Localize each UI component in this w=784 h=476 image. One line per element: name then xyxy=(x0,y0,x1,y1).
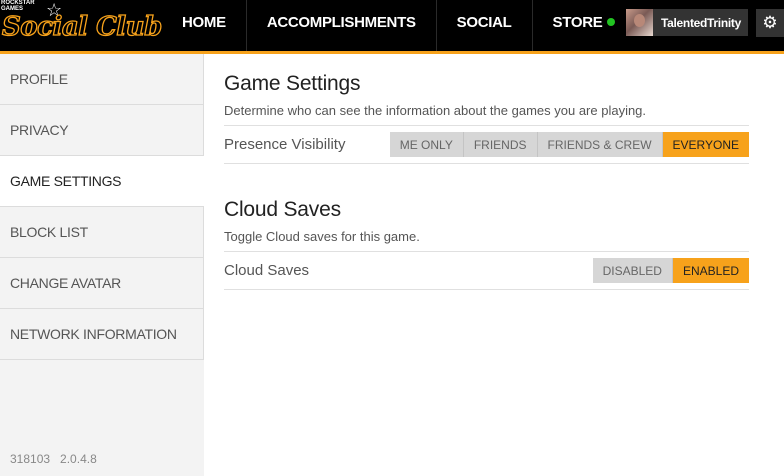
presence-option-friends[interactable]: FRIENDS xyxy=(463,132,538,157)
game-settings-description: Determine who can see the information ab… xyxy=(224,103,749,126)
logo-script-text: Social Club xyxy=(1,11,163,42)
presence-visibility-selector: ME ONLY FRIENDS FRIENDS & CREW EVERYONE xyxy=(389,132,749,157)
sidebar-item-profile[interactable]: PROFILE xyxy=(0,54,204,105)
sidebar-item-game-settings[interactable]: GAME SETTINGS xyxy=(0,156,204,207)
build-number: 318103 xyxy=(10,452,51,466)
online-status-icon xyxy=(607,18,615,26)
presence-visibility-row: Presence Visibility ME ONLY FRIENDS FRIE… xyxy=(224,126,749,164)
user-menu[interactable]: TalentedTrinity xyxy=(626,9,748,36)
username: TalentedTrinity xyxy=(661,15,741,30)
main-content: Game Settings Determine who can see the … xyxy=(224,54,749,290)
sidebar-item-network-information[interactable]: NETWORK INFORMATION xyxy=(0,309,204,360)
sidebar-item-block-list[interactable]: BLOCK LIST xyxy=(0,207,204,258)
nav-social[interactable]: SOCIAL xyxy=(437,0,533,51)
cloud-saves-title: Cloud Saves xyxy=(224,198,341,221)
cloud-saves-description: Toggle Cloud saves for this game. xyxy=(224,229,749,252)
cloud-saves-disabled-button[interactable]: DISABLED xyxy=(592,258,673,283)
cloud-saves-row: Cloud Saves DISABLED ENABLED xyxy=(224,252,749,290)
presence-option-friends-crew[interactable]: FRIENDS & CREW xyxy=(537,132,663,157)
version-number: 2.0.4.8 xyxy=(60,452,97,466)
top-bar: ROCKSTAR GAMES ☆ Social Club HOME ACCOMP… xyxy=(0,0,784,54)
avatar xyxy=(626,9,653,36)
sidebar: PROFILE PRIVACY GAME SETTINGS BLOCK LIST… xyxy=(0,54,204,476)
logo-small-text: ROCKSTAR GAMES xyxy=(1,0,35,12)
sidebar-item-privacy[interactable]: PRIVACY xyxy=(0,105,204,156)
social-club-logo[interactable]: ROCKSTAR GAMES ☆ Social Club xyxy=(0,0,163,48)
game-settings-title: Game Settings xyxy=(224,72,361,95)
presence-option-everyone[interactable]: EVERYONE xyxy=(662,132,749,157)
presence-option-me-only[interactable]: ME ONLY xyxy=(389,132,464,157)
cloud-saves-enabled-button[interactable]: ENABLED xyxy=(672,258,749,283)
presence-visibility-label: Presence Visibility xyxy=(224,136,346,153)
nav-home[interactable]: HOME xyxy=(160,0,247,51)
main-nav: HOME ACCOMPLISHMENTS SOCIAL STORE xyxy=(160,0,622,54)
gear-icon[interactable]: ⚙ xyxy=(756,9,784,37)
version-info: 318103 2.0.4.8 xyxy=(10,452,107,466)
sidebar-item-change-avatar[interactable]: CHANGE AVATAR xyxy=(0,258,204,309)
cloud-saves-toggle: DISABLED ENABLED xyxy=(592,258,749,283)
cloud-saves-label: Cloud Saves xyxy=(224,262,310,279)
nav-accomplishments[interactable]: ACCOMPLISHMENTS xyxy=(247,0,437,51)
